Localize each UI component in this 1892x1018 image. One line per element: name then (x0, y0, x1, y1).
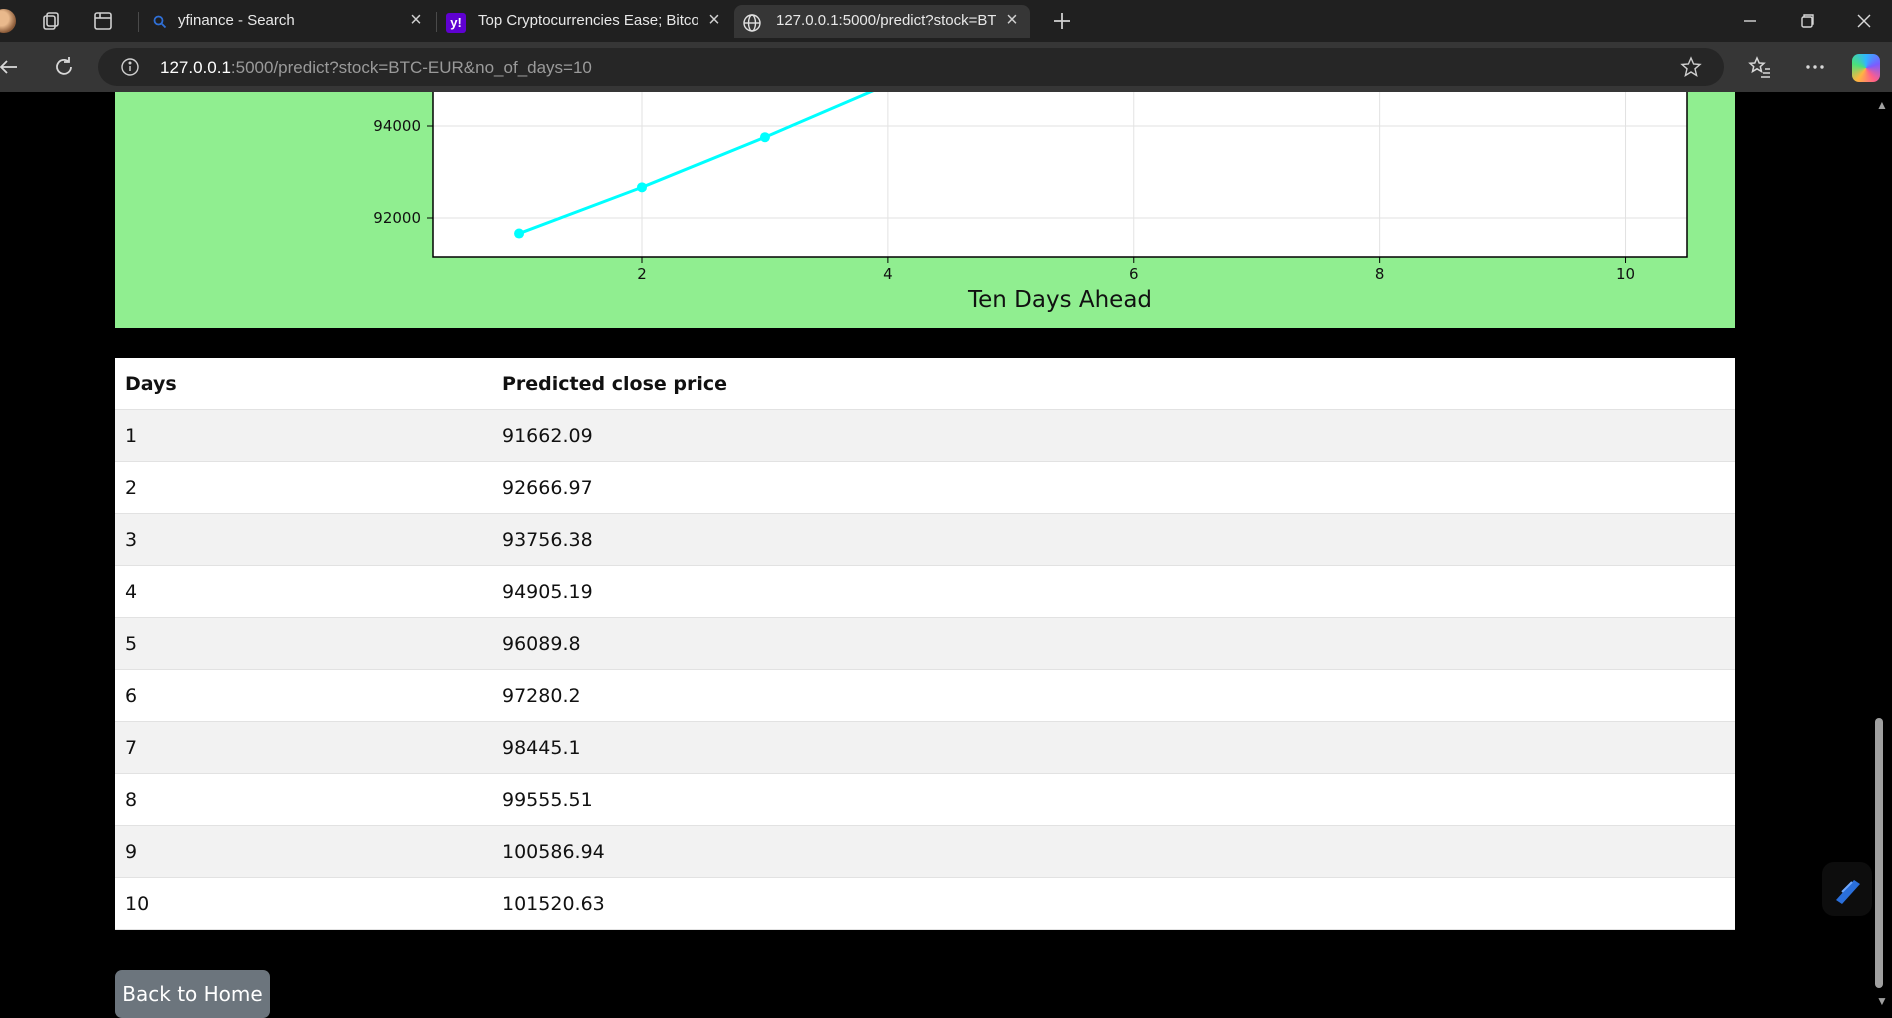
scroll-up-icon[interactable]: ▲ (1873, 98, 1891, 112)
url-text: 127.0.0.1:5000/predict?stock=BTC-EUR&no_… (160, 58, 592, 78)
copilot-icon[interactable] (1852, 54, 1880, 82)
day-cell: 8 (115, 773, 492, 826)
price-cell: 94905.19 (492, 565, 1735, 618)
price-cell: 98445.1 (492, 721, 1735, 774)
back-to-home-button[interactable]: Back to Home (115, 970, 270, 1018)
price-cell: 100586.94 (492, 825, 1735, 878)
tab-label: 127.0.0.1:5000/predict?stock=BTC-EUR&no_… (776, 12, 996, 29)
x-tick-label: 2 (637, 265, 647, 283)
table-row: 4 94905.19 (115, 565, 1735, 618)
floating-tool-button[interactable] (1822, 862, 1872, 916)
day-cell: 1 (115, 409, 492, 462)
page-content: 92000 94000 2 4 6 8 10 Ten Days Ahead Days Pred… (0, 92, 1872, 1018)
day-cell: 3 (115, 513, 492, 566)
column-header-days: Days (115, 358, 492, 410)
scroll-down-icon[interactable]: ▼ (1873, 994, 1891, 1008)
day-cell: 9 (115, 825, 492, 878)
table-row: 1 91662.09 (115, 409, 1735, 462)
favorites-icon[interactable] (1747, 54, 1773, 80)
close-icon[interactable]: × (1002, 10, 1022, 30)
new-tab-icon[interactable] (1049, 8, 1075, 34)
data-point (514, 228, 525, 239)
close-icon[interactable]: × (704, 10, 724, 30)
x-axis-label: Ten Days Ahead (967, 287, 1152, 313)
day-cell: 2 (115, 461, 492, 514)
day-cell: 7 (115, 721, 492, 774)
yahoo-icon: y! (446, 13, 466, 33)
price-cell: 97280.2 (492, 669, 1735, 722)
restore-icon[interactable] (1794, 8, 1820, 34)
price-cell: 96089.8 (492, 617, 1735, 670)
address-toolbar: 127.0.0.1:5000/predict?stock=BTC-EUR&no_… (0, 42, 1892, 92)
price-cell: 93756.38 (492, 513, 1735, 566)
data-point (637, 182, 647, 193)
close-window-icon[interactable] (1851, 8, 1877, 34)
globe-icon (743, 14, 761, 32)
refresh-icon[interactable] (51, 54, 77, 80)
pen-icon (1836, 880, 1860, 904)
day-cell: 10 (115, 877, 492, 930)
prediction-table: Days Predicted close price 1 91662.09 2 92… (115, 358, 1735, 930)
y-tick-label: 94000 (373, 117, 421, 135)
profile-avatar[interactable] (0, 9, 16, 33)
tab-separator (436, 12, 437, 32)
tab-predict[interactable]: 127.0.0.1:5000/predict?stock=BTC-EUR&no_… (734, 5, 1030, 38)
table-row: 8 99555.51 (115, 773, 1735, 826)
table-row: 9 100586.94 (115, 825, 1735, 878)
table-row: 5 96089.8 (115, 617, 1735, 670)
table-row: 6 97280.2 (115, 669, 1735, 722)
close-icon[interactable]: × (406, 10, 426, 30)
url-path: :5000/predict?stock=BTC-EUR&no_of_days=1… (230, 58, 592, 77)
table-row: 10 101520.63 (115, 877, 1735, 930)
scrollbar-thumb[interactable] (1875, 718, 1883, 988)
data-point (759, 132, 770, 143)
tab-crypto[interactable]: y! Top Cryptocurrencies Ease; Bitcoin × (438, 5, 730, 38)
x-tick-label: 4 (883, 265, 893, 283)
tab-separator (138, 12, 139, 32)
table-row: 7 98445.1 (115, 721, 1735, 774)
info-icon[interactable] (120, 57, 140, 77)
tab-label: yfinance - Search (178, 12, 295, 29)
table-row: 2 92666.97 (115, 461, 1735, 514)
column-header-price: Predicted close price (492, 358, 1735, 410)
workspaces-icon[interactable] (38, 8, 64, 34)
address-bar[interactable]: 127.0.0.1:5000/predict?stock=BTC-EUR&no_… (98, 48, 1724, 86)
price-cell: 92666.97 (492, 461, 1735, 514)
prediction-chart-panel: 92000 94000 2 4 6 8 10 Ten Days Ahead (115, 92, 1735, 328)
day-cell: 5 (115, 617, 492, 670)
x-tick-label: 8 (1375, 265, 1385, 283)
plot-area (433, 92, 1687, 257)
price-cell: 101520.63 (492, 877, 1735, 930)
prediction-chart: 92000 94000 2 4 6 8 10 Ten Days Ahead (373, 92, 1688, 313)
back-icon[interactable] (0, 54, 22, 80)
price-cell: 91662.09 (492, 409, 1735, 462)
tab-yfinance-search[interactable]: yfinance - Search × (142, 5, 432, 38)
search-icon (153, 15, 167, 29)
tab-bar: yfinance - Search × y! Top Cryptocurrenc… (0, 0, 1892, 42)
tab-label: Top Cryptocurrencies Ease; Bitcoin (478, 12, 698, 29)
x-tick-label: 10 (1616, 265, 1635, 283)
table-header-row: Days Predicted close price (115, 358, 1735, 410)
minimize-icon[interactable] (1737, 8, 1763, 34)
day-cell: 6 (115, 669, 492, 722)
url-host: 127.0.0.1 (160, 58, 231, 77)
favorite-star-icon[interactable] (1680, 56, 1702, 78)
y-tick-label: 92000 (373, 209, 421, 227)
x-tick-label: 6 (1129, 265, 1139, 283)
table-row: 3 93756.38 (115, 513, 1735, 566)
price-cell: 99555.51 (492, 773, 1735, 826)
tab-actions-icon[interactable] (90, 8, 116, 34)
day-cell: 4 (115, 565, 492, 618)
more-options-icon[interactable] (1802, 54, 1828, 80)
